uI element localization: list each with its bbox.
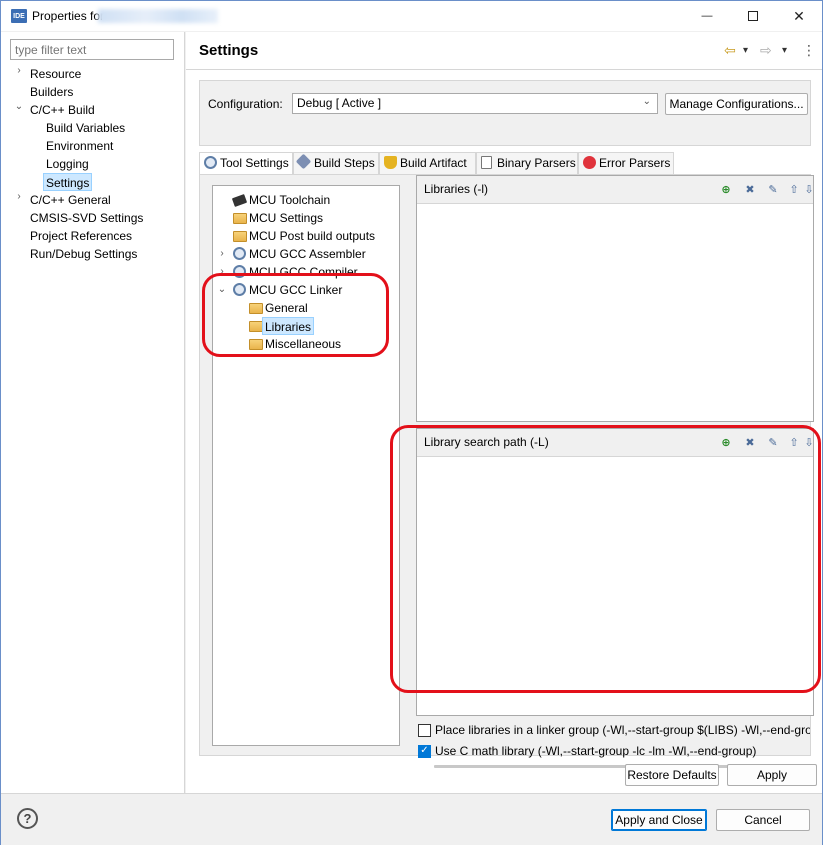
redacted-project-name [98, 9, 218, 23]
libraries-pane: Libraries (-l) ⊕ ✖ ✎ ⇧ ⇩ [416, 175, 814, 422]
tool-tree: MCU Toolchain MCU Settings MCU Post build … [212, 185, 400, 746]
manage-configurations-button[interactable]: Manage Configurations... [665, 93, 808, 115]
tab-build-steps[interactable]: Build Steps [293, 152, 379, 174]
tab-binary-parsers[interactable]: Binary Parsers [476, 152, 578, 174]
sidebar-item-cmsis-svd-settings[interactable]: CMSIS-SVD Settings [30, 209, 143, 227]
add-icon[interactable]: ⊕ [719, 182, 733, 196]
tool-tree-item-mcu-toolchain[interactable]: MCU Toolchain [249, 191, 330, 209]
tab-label: Build Steps [314, 156, 375, 170]
chevron-down-icon[interactable]: ⌄ [14, 101, 24, 119]
configuration-label: Configuration: [208, 97, 283, 111]
math-library-checkbox[interactable]: ✓ [418, 744, 431, 758]
option-linker-group[interactable]: Place libraries in a linker group (-Wl,-… [418, 721, 810, 739]
forward-arrow-icon[interactable]: ⇨ [760, 42, 772, 58]
chevron-right-icon[interactable]: › [14, 65, 24, 83]
trophy-icon [384, 156, 397, 169]
sidebar-item-logging[interactable]: Logging [46, 155, 89, 173]
sidebar-item-environment[interactable]: Environment [46, 137, 113, 155]
move-up-icon[interactable]: ⇧ [787, 182, 801, 196]
maximize-button[interactable] [730, 1, 776, 31]
libraries-label: Libraries (-l) [424, 182, 489, 196]
binary-icon [481, 156, 492, 169]
tab-build-artifact[interactable]: Build Artifact [379, 152, 476, 174]
sidebar-item-resource[interactable]: Resource [30, 65, 81, 83]
delete-icon[interactable]: ✖ [743, 182, 757, 196]
sidebar-item-settings[interactable]: Settings [43, 173, 93, 191]
chevron-right-icon[interactable]: › [217, 245, 227, 263]
tab-label: Error Parsers [599, 156, 671, 170]
view-menu-icon[interactable]: ⋮ [802, 42, 816, 58]
apply-and-close-button[interactable]: Apply and Close [611, 809, 707, 831]
linker-group-label: Place libraries in a linker group (-Wl,-… [435, 723, 810, 737]
sidebar-item-project-references[interactable]: Project References [30, 227, 132, 245]
configuration-value: Debug [ Active ] [297, 96, 382, 110]
settings-tabs: Tool Settings Build Steps Build Artifact… [199, 152, 811, 175]
configuration-area: Configuration: Debug [ Active ] ⌄ Manage… [199, 80, 811, 146]
close-icon: ✕ [793, 7, 805, 24]
sidebar: › ResourceBuilders ⌄ C/C++ BuildBuild Varia… [1, 32, 185, 793]
chevron-right-icon[interactable]: › [14, 191, 24, 209]
header-divider [186, 69, 822, 70]
sidebar-item-run-debug-settings[interactable]: Run/Debug Settings [30, 245, 137, 263]
gear-icon [204, 156, 217, 169]
annotation-linker-highlight [202, 273, 389, 357]
ide-icon: IDE [11, 9, 27, 23]
properties-window: IDE Properties for — ✕ › ResourceBuilders… [0, 0, 823, 845]
back-arrow-icon[interactable]: ⇦ [724, 42, 736, 58]
maximize-icon [748, 11, 758, 21]
minimize-button[interactable]: — [684, 1, 730, 31]
linker-group-checkbox[interactable] [418, 723, 431, 737]
sidebar-item-c-c-build[interactable]: C/C++ Build [30, 101, 95, 119]
tab-label: Binary Parsers [497, 156, 576, 170]
libraries-pane-header: Libraries (-l) ⊕ ✖ ✎ ⇧ ⇩ [417, 176, 814, 204]
edit-icon[interactable]: ✎ [766, 182, 780, 196]
sidebar-item-c-c-general[interactable]: C/C++ General [30, 191, 111, 209]
tool-tree-item-mcu-gcc-assembler[interactable]: MCU GCC Assembler [249, 245, 366, 263]
back-dropdown-icon[interactable]: ▾ [743, 45, 748, 61]
minimize-icon: — [701, 10, 713, 22]
folder-icon [233, 213, 247, 224]
tool-tree-item-mcu-post-build-outputs[interactable]: MCU Post build outputs [249, 227, 375, 245]
sidebar-item-build-variables[interactable]: Build Variables [46, 119, 125, 137]
tab-label: Tool Settings [220, 156, 289, 170]
sidebar-item-builders[interactable]: Builders [30, 83, 73, 101]
forward-dropdown-icon[interactable]: ▾ [782, 45, 787, 61]
tab-error-parsers[interactable]: Error Parsers [578, 152, 674, 174]
window-title: Properties for [32, 9, 105, 23]
chip-icon [231, 194, 248, 207]
error-icon [583, 156, 596, 169]
close-button[interactable]: ✕ [776, 1, 822, 31]
tab-label: Build Artifact [400, 156, 467, 170]
cancel-button[interactable]: Cancel [716, 809, 810, 831]
filter-input[interactable] [10, 39, 174, 60]
configuration-select[interactable]: Debug [ Active ] ⌄ [292, 93, 658, 114]
title-bar: IDE Properties for — ✕ [1, 1, 822, 31]
tool-tree-item-mcu-settings[interactable]: MCU Settings [249, 209, 323, 227]
option-math-library[interactable]: ✓ Use C math library (-Wl,--start-group … [418, 742, 810, 760]
dialog-footer: ? Apply and Close Cancel [1, 793, 822, 845]
apply-button[interactable]: Apply [727, 764, 817, 786]
folder-icon [233, 231, 247, 242]
gear-icon [233, 247, 246, 260]
move-down-icon[interactable]: ⇩ [804, 182, 813, 196]
help-icon[interactable]: ? [17, 808, 38, 829]
restore-defaults-button[interactable]: Restore Defaults [625, 764, 719, 786]
build-steps-icon [295, 153, 312, 170]
page-title: Settings [199, 42, 259, 59]
tab-tool-settings[interactable]: Tool Settings [199, 152, 293, 175]
math-library-label: Use C math library (-Wl,--start-group -l… [435, 744, 757, 758]
annotation-search-path-highlight [390, 425, 821, 693]
chevron-down-icon: ⌄ [642, 96, 651, 107]
